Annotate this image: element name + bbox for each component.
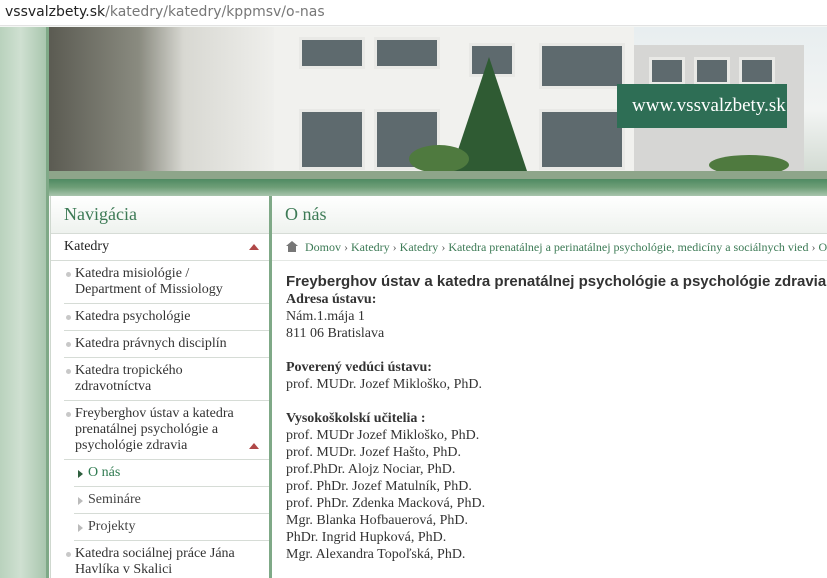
bullet-icon	[66, 272, 71, 277]
banner-window	[739, 57, 775, 85]
subnav-item-label: Semináre	[88, 492, 141, 507]
banner-window	[299, 37, 365, 69]
subnav-item-seminare[interactable]: Semináre	[74, 487, 269, 514]
arrow-right-icon	[78, 524, 83, 532]
nav-item-label: Katedra právnych disciplín	[75, 336, 227, 351]
nav-item-social-work[interactable]: Katedra sociálnej práce Jána Havlíka v S…	[64, 541, 269, 578]
teacher-name: prof. PhDr. Zdenka Macková, PhD.	[286, 496, 486, 511]
nav-item-label: Katedra psychológie	[75, 309, 191, 324]
banner-ground	[49, 171, 827, 179]
bullet-icon	[66, 315, 71, 320]
breadcrumb-link-department[interactable]: Katedra prenatálnej a perinatálnej psych…	[448, 240, 808, 254]
nav-item-katedry[interactable]: Katedry	[51, 234, 269, 261]
collapse-arrow-icon[interactable]	[249, 244, 259, 250]
breadcrumb-separator-icon: ›	[441, 240, 446, 254]
nav-item-tropical-health[interactable]: Katedra tropického zdravotníctva	[64, 358, 269, 401]
nav-item-label: Freyberghov ústav a katedra prenatálnej …	[75, 406, 234, 453]
head-name: prof. MUDr. Jozef Mikloško, PhD.	[286, 377, 482, 392]
banner-window	[539, 43, 625, 89]
bullet-icon	[66, 412, 71, 417]
address-bar[interactable]: vssvalzbety.sk/katedry/katedry/kppmsv/o-…	[0, 0, 827, 26]
page-title: O nás	[272, 196, 827, 234]
nav-item-label: Katedra tropického zdravotníctva	[75, 363, 183, 394]
url-host: vssvalzbety.sk	[5, 4, 106, 20]
nav-item-freyberg-institute[interactable]: Freyberghov ústav a katedra prenatálnej …	[64, 401, 269, 460]
teacher-name: Mgr. Blanka Hofbauerová, PhD.	[286, 513, 468, 528]
teacher-name: prof. PhDr. Jozef Matulník, PhD.	[286, 479, 472, 494]
teacher-name: prof.PhDr. Alojz Nociar, PhD.	[286, 462, 456, 477]
home-icon[interactable]	[286, 241, 299, 252]
article-body: Freyberghov ústav a katedra prenatálnej …	[272, 261, 827, 563]
banner-window	[649, 57, 685, 85]
banner-window	[374, 37, 440, 69]
banner-window	[539, 109, 625, 170]
breadcrumb-separator-icon: ›	[811, 240, 816, 254]
subnav-item-o-nas[interactable]: O nás	[74, 460, 269, 487]
banner-window	[694, 57, 730, 85]
breadcrumb-link-katedry[interactable]: Katedry	[351, 240, 390, 254]
address-line: Nám.1.mája 1	[286, 309, 365, 324]
breadcrumb-link-current[interactable]: O	[819, 240, 827, 254]
teacher-name: prof. MUDr Jozef Mikloško, PhD.	[286, 428, 480, 443]
head-label: Poverený vedúci ústavu:	[286, 360, 432, 375]
nav-list: Katedra misiológie / Department of Missi…	[51, 261, 269, 578]
breadcrumb-separator-icon: ›	[344, 240, 348, 254]
teacher-name: Mgr. Alexandra Topoľská, PhD.	[286, 547, 466, 562]
left-decoration	[0, 27, 46, 578]
site-url-badge: www.vssvalzbety.sk	[617, 84, 787, 128]
breadcrumb-link-domov[interactable]: Domov	[305, 240, 341, 254]
main-content: O nás Domov › Katedry › Katedry › Katedra pren…	[272, 196, 827, 578]
article-heading: Freyberghov ústav a katedra prenatálnej …	[286, 273, 827, 290]
subnav-item-label: O nás	[88, 465, 121, 480]
nav-item-psychology[interactable]: Katedra psychológie	[64, 304, 269, 331]
arrow-right-icon	[78, 470, 83, 478]
url-path: /katedry/katedry/kppmsv/o-nas	[105, 4, 325, 20]
breadcrumb-link-katedry-2[interactable]: Katedry	[400, 240, 439, 254]
subnav-item-label: Projekty	[88, 519, 136, 534]
banner-band	[49, 179, 827, 196]
nav-item-label: Katedra misiológie / Department of Missi…	[75, 266, 223, 297]
address-line: 811 06 Bratislava	[286, 326, 385, 341]
nav-item-law[interactable]: Katedra právnych disciplín	[64, 331, 269, 358]
bullet-icon	[66, 369, 71, 374]
banner-building-left	[49, 27, 274, 175]
breadcrumb: Domov › Katedry › Katedry › Katedra prenatálne…	[272, 234, 827, 261]
bullet-icon	[66, 342, 71, 347]
breadcrumb-separator-icon: ›	[392, 240, 397, 254]
sidebar-navigation: Navigácia Katedry Katedra misiológie / D…	[50, 196, 270, 578]
address-label: Adresa ústavu:	[286, 292, 377, 307]
sidebar-title: Navigácia	[51, 196, 269, 234]
subnav-list: O nás Semináre Projekty	[64, 460, 269, 541]
banner-bush	[409, 145, 469, 173]
nav-item-label: Katedry	[64, 239, 110, 254]
arrow-right-icon	[78, 497, 83, 505]
subnav-container: O nás Semináre Projekty	[64, 460, 269, 541]
teacher-name: PhDr. Ingrid Hupková, PhD.	[286, 530, 447, 545]
collapse-arrow-icon[interactable]	[249, 443, 259, 449]
teacher-name: prof. MUDr. Jozef Hašto, PhD.	[286, 445, 461, 460]
teachers-label: Vysokoškolskí učitelia :	[286, 411, 426, 426]
banner-window	[299, 109, 365, 170]
nav-item-missiology[interactable]: Katedra misiológie / Department of Missi…	[64, 261, 269, 304]
bullet-icon	[66, 552, 71, 557]
nav-item-label: Katedra sociálnej práce Jána Havlíka v S…	[75, 546, 235, 577]
subnav-item-projekty[interactable]: Projekty	[74, 514, 269, 541]
